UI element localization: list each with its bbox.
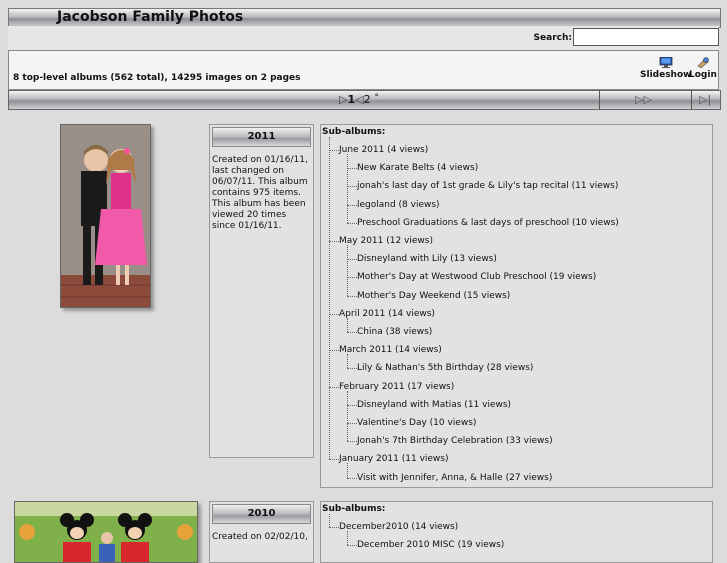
tree-connector — [347, 477, 357, 479]
tree-connector — [347, 441, 357, 443]
tree-connector — [347, 186, 357, 188]
nav-divider — [691, 91, 692, 109]
subalbum-month-link[interactable]: April 2011 (14 views) — [339, 309, 435, 319]
tree-connector — [347, 222, 357, 224]
subalbum-link[interactable]: Disneyland with Matias (11 views) — [357, 400, 511, 410]
search-row: Search: — [8, 26, 719, 50]
subalbum-link[interactable]: Visit with Jennifer, Anna, & Halle (27 v… — [357, 473, 552, 483]
subalbum-link[interactable]: New Karate Belts (4 views) — [357, 163, 478, 173]
search-input[interactable] — [573, 28, 719, 46]
tree-connector — [329, 514, 330, 527]
tree-connector — [347, 390, 348, 442]
tree-connector — [329, 313, 339, 315]
subalbum-month-link[interactable]: February 2011 (17 views) — [339, 382, 454, 392]
pager: ▷1◁2 ° — [339, 93, 379, 106]
page-title: Jacobson Family Photos — [57, 9, 244, 25]
subalbums-box-2011: Sub-albums: June 2011 (4 views) New Karat… — [320, 124, 713, 488]
tree-connector — [347, 154, 348, 223]
tree-connector — [347, 545, 357, 547]
tree-connector — [347, 277, 357, 279]
subalbum-link[interactable]: Mother's Day at Westwood Club Preschool … — [357, 272, 596, 282]
page-navigation-bar: ▷1◁2 ° ▷▷ ▷| — [8, 90, 721, 110]
tree-connector — [329, 527, 339, 528]
subalbum-link[interactable]: Mother's Day Weekend (15 views) — [357, 291, 510, 301]
subalbum-link[interactable]: legoland (8 views) — [357, 200, 440, 210]
login-icon — [697, 57, 709, 68]
album-info-2010: 2010 Created on 02/02/10, — [209, 501, 314, 563]
subalbum-link[interactable]: China (38 views) — [357, 327, 432, 337]
tree-connector — [329, 241, 339, 242]
tree-connector — [347, 332, 357, 333]
subalbum-month-link[interactable]: December2010 (14 views) — [339, 522, 458, 532]
subalbum-month-link[interactable]: March 2011 (14 views) — [339, 345, 442, 355]
subalbum-month-link[interactable]: May 2011 (12 views) — [339, 236, 433, 246]
subalbum-month-link[interactable]: January 2011 (11 views) — [339, 454, 449, 464]
tree-connector — [347, 168, 357, 170]
tree-connector — [329, 137, 330, 460]
subalbum-link[interactable]: Jonah's 7th Birthday Celebration (33 vie… — [357, 436, 553, 446]
tree-connector — [347, 423, 357, 424]
login-label: Login — [689, 70, 717, 80]
kids-photo — [61, 125, 150, 307]
album-year-title[interactable]: 2010 — [212, 504, 311, 524]
tree-connector — [347, 368, 357, 370]
monitor-icon — [659, 57, 673, 68]
current-page-number: 1 — [347, 93, 356, 106]
next-page-icon[interactable]: ▷▷ — [635, 93, 652, 106]
slideshow-button[interactable]: Slideshow — [640, 57, 691, 80]
title-bar: Jacobson Family Photos — [8, 8, 721, 28]
slideshow-label: Slideshow — [640, 70, 692, 80]
tree-connector — [347, 531, 348, 546]
tree-connector — [347, 354, 348, 369]
pager-mark: ° — [374, 93, 379, 103]
tree-connector — [347, 245, 348, 296]
subalbums-box-2010: Sub-albums: December2010 (14 views) Decem… — [320, 501, 713, 563]
subalbum-link[interactable]: Preschool Graduations & last days of pre… — [357, 218, 619, 228]
album-info-2011: 2011 Created on 01/16/11, last changed o… — [209, 124, 314, 458]
album-description: Created on 02/02/10, — [212, 532, 308, 542]
subalbum-link[interactable]: Disneyland with Lily (13 views) — [357, 254, 497, 264]
tree-connector — [347, 317, 348, 332]
subalbum-link[interactable]: Lily & Nathan's 5th Birthday (28 views) — [357, 363, 533, 373]
tree-connector — [329, 459, 339, 461]
tree-connector — [347, 204, 357, 206]
subalbum-link[interactable]: December 2010 MISC (19 views) — [357, 540, 504, 550]
tree-connector — [347, 295, 357, 297]
subalbum-link[interactable]: jonah's last day of 1st grade & Lily's t… — [357, 181, 618, 191]
search-label: Search: — [533, 33, 572, 43]
gallery-info-box: 8 top-level albums (562 total), 14295 im… — [8, 50, 719, 90]
nav-divider — [599, 91, 600, 109]
album-thumbnail-2010[interactable] — [14, 501, 198, 563]
page-2-link[interactable]: 2 — [364, 93, 371, 106]
tree-connector — [347, 404, 357, 406]
tree-connector — [329, 150, 339, 151]
subalbum-link[interactable]: Valentine's Day (10 views) — [357, 418, 476, 428]
album-description: Created on 01/16/11, last changed on 06/… — [212, 155, 308, 231]
tree-connector — [329, 350, 339, 352]
disneyland-photo — [15, 502, 197, 562]
album-year-title[interactable]: 2011 — [212, 127, 311, 147]
page-arrow-icon: ◁ — [355, 93, 364, 106]
tree-connector — [347, 463, 348, 478]
album-thumbnail-2011[interactable] — [60, 124, 151, 308]
gallery-summary: 8 top-level albums (562 total), 14295 im… — [13, 73, 301, 83]
tree-connector — [347, 259, 357, 261]
subalbum-month-link[interactable]: June 2011 (4 views) — [339, 145, 428, 155]
login-button[interactable]: Login — [689, 57, 717, 80]
tree-connector — [329, 386, 339, 388]
last-page-icon[interactable]: ▷| — [699, 93, 711, 106]
